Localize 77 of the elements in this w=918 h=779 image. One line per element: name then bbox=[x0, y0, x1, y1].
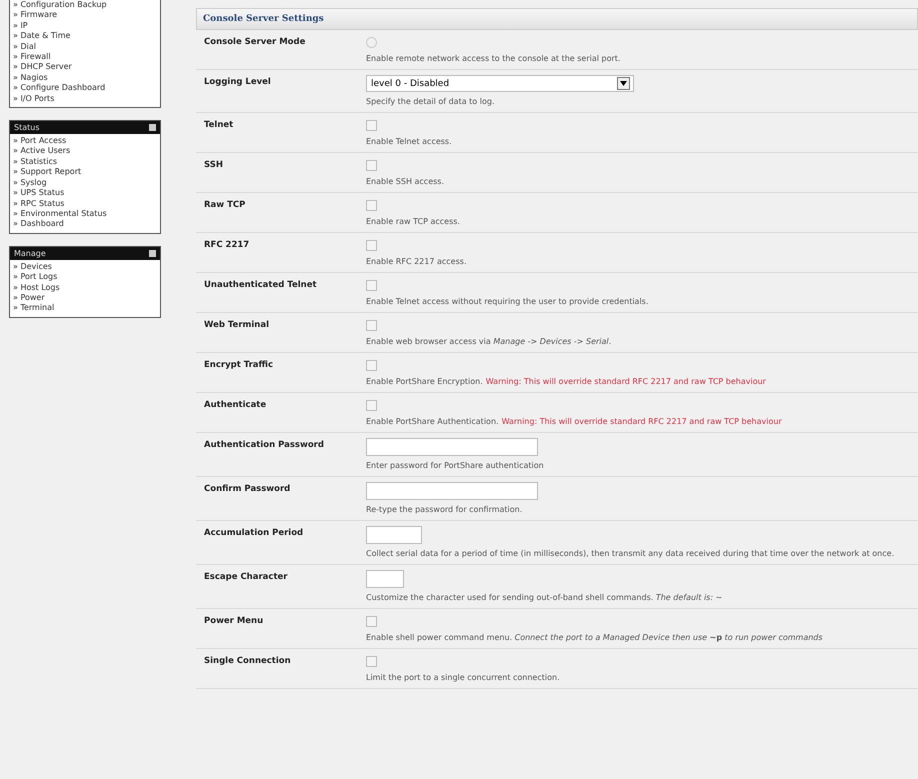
setting-description: Limit the port to a single concurrent connection. bbox=[366, 672, 561, 684]
setting-label: Logging Level bbox=[203, 76, 272, 89]
setting-label: Accumulation Period bbox=[203, 527, 304, 540]
setting-description: Enable SSH access. bbox=[366, 176, 446, 188]
sidebar-link[interactable]: » Statistics bbox=[10, 156, 160, 168]
checkbox[interactable] bbox=[366, 280, 377, 290]
sidebar-link[interactable]: » Date & Time bbox=[10, 31, 160, 42]
checkbox[interactable] bbox=[366, 200, 377, 210]
sidebar-link[interactable]: » I/O Ports bbox=[10, 94, 160, 104]
sidebar-link[interactable]: » Port Access bbox=[10, 136, 160, 146]
setting-label: SSH bbox=[203, 159, 224, 172]
panel-title: Status bbox=[14, 123, 40, 132]
sidebar-link[interactable]: » Dashboard bbox=[10, 219, 160, 230]
setting-label: Escape Character bbox=[203, 571, 288, 584]
sidebar-link[interactable]: » RPC Status bbox=[10, 198, 160, 209]
sidebar-link[interactable]: » UPS Status bbox=[10, 188, 160, 198]
minimize-icon[interactable] bbox=[149, 124, 156, 132]
setting-label: Telnet bbox=[203, 119, 234, 132]
setting-label: Authentication Password bbox=[203, 439, 325, 452]
sidebar-link[interactable]: » IP bbox=[10, 20, 160, 32]
sidebar-link[interactable]: » Environmental Status bbox=[10, 208, 160, 220]
panel-title: Manage bbox=[14, 248, 46, 258]
minimize-icon[interactable] bbox=[149, 250, 156, 257]
input-field[interactable] bbox=[366, 526, 422, 544]
setting-label: Encrypt Traffic bbox=[203, 359, 274, 372]
checkbox[interactable] bbox=[366, 240, 377, 250]
checkbox[interactable] bbox=[366, 400, 377, 410]
sidebar-link[interactable]: » Nagios bbox=[10, 72, 160, 84]
checkbox[interactable] bbox=[366, 360, 377, 370]
dropdown[interactable]: level 0 - Disabled bbox=[366, 75, 634, 92]
checkbox[interactable] bbox=[366, 656, 377, 666]
setting-description: Enable RFC 2217 access. bbox=[366, 256, 468, 268]
setting-label: Authenticate bbox=[203, 399, 268, 412]
sidebar-link[interactable]: » Configure Dashboard bbox=[10, 83, 160, 94]
setting-label: Unauthenticated Telnet bbox=[203, 279, 318, 292]
checkbox[interactable] bbox=[366, 160, 377, 170]
sidebar-link[interactable]: » DHCP Server bbox=[10, 62, 160, 73]
sidebar-link[interactable]: » Configuration Backup bbox=[10, 0, 160, 10]
setting-label: Single Connection bbox=[203, 655, 292, 668]
setting-label: Raw TCP bbox=[203, 199, 246, 212]
setting-label: Confirm Password bbox=[203, 483, 292, 496]
sidebar-link[interactable]: » Devices bbox=[10, 262, 160, 272]
sidebar-link[interactable]: » Active Users bbox=[10, 146, 160, 157]
setting-description: Enable PortShare Encryption. Warning: This will override standard RFC 2217 and raw TCP behaviour bbox=[366, 376, 767, 388]
sidebar-link[interactable]: » Power bbox=[10, 292, 160, 304]
setting-description: Collect serial data for a period of time (in milliseconds), then transmit any data received during that time over the network at once. bbox=[366, 548, 896, 560]
sidebar-link[interactable]: » Firewall bbox=[10, 52, 160, 62]
setting-description: Enable Telnet access without requiring the user to provide credentials. bbox=[366, 296, 650, 308]
sidebar-link[interactable]: » Support Report bbox=[10, 167, 160, 178]
setting-description: Enable shell power command menu. Connect the port to a Managed Device then use ~p to run power commands bbox=[366, 632, 824, 644]
section-title: Console Server Settings bbox=[203, 14, 324, 24]
setting-description: Enable remote network access to the console at the serial port. bbox=[366, 53, 622, 65]
radio-button[interactable] bbox=[366, 36, 377, 48]
sidebar-link[interactable]: » Dial bbox=[10, 42, 160, 52]
setting-label: Power Menu bbox=[203, 615, 264, 628]
sidebar-link[interactable]: » Port Logs bbox=[10, 272, 160, 283]
password-field[interactable] bbox=[366, 438, 538, 456]
setting-description: Specify the detail of data to log. bbox=[366, 96, 496, 108]
sidebar-link[interactable]: » Syslog bbox=[10, 178, 160, 188]
checkbox[interactable] bbox=[366, 120, 377, 130]
sidebar-link[interactable]: » Firmware bbox=[10, 10, 160, 21]
setting-description: Enter password for PortShare authentication bbox=[366, 460, 545, 472]
setting-description: Enable web browser access via Manage -> Devices -> Serial. bbox=[366, 336, 612, 348]
checkbox[interactable] bbox=[366, 616, 377, 626]
setting-label: RFC 2217 bbox=[203, 239, 250, 252]
sidebar-link[interactable]: » Host Logs bbox=[10, 282, 160, 293]
setting-description: Re-type the password for confirmation. bbox=[366, 504, 524, 516]
setting-description: Enable raw TCP access. bbox=[366, 216, 461, 228]
password-field[interactable] bbox=[366, 482, 538, 500]
checkbox[interactable] bbox=[366, 320, 377, 330]
setting-label: Web Terminal bbox=[203, 319, 270, 332]
setting-label: Console Server Mode bbox=[203, 36, 306, 49]
setting-description: Enable Telnet access. bbox=[366, 136, 453, 148]
input-field[interactable] bbox=[366, 570, 404, 588]
setting-description: Enable PortShare Authentication. Warning: This will override standard RFC 2217 and raw TCP behaviour bbox=[366, 416, 783, 428]
sidebar-link[interactable]: » Terminal bbox=[10, 303, 160, 314]
setting-description: Customize the character used for sending out-of-band shell commands. The default is: ~ bbox=[366, 592, 724, 604]
